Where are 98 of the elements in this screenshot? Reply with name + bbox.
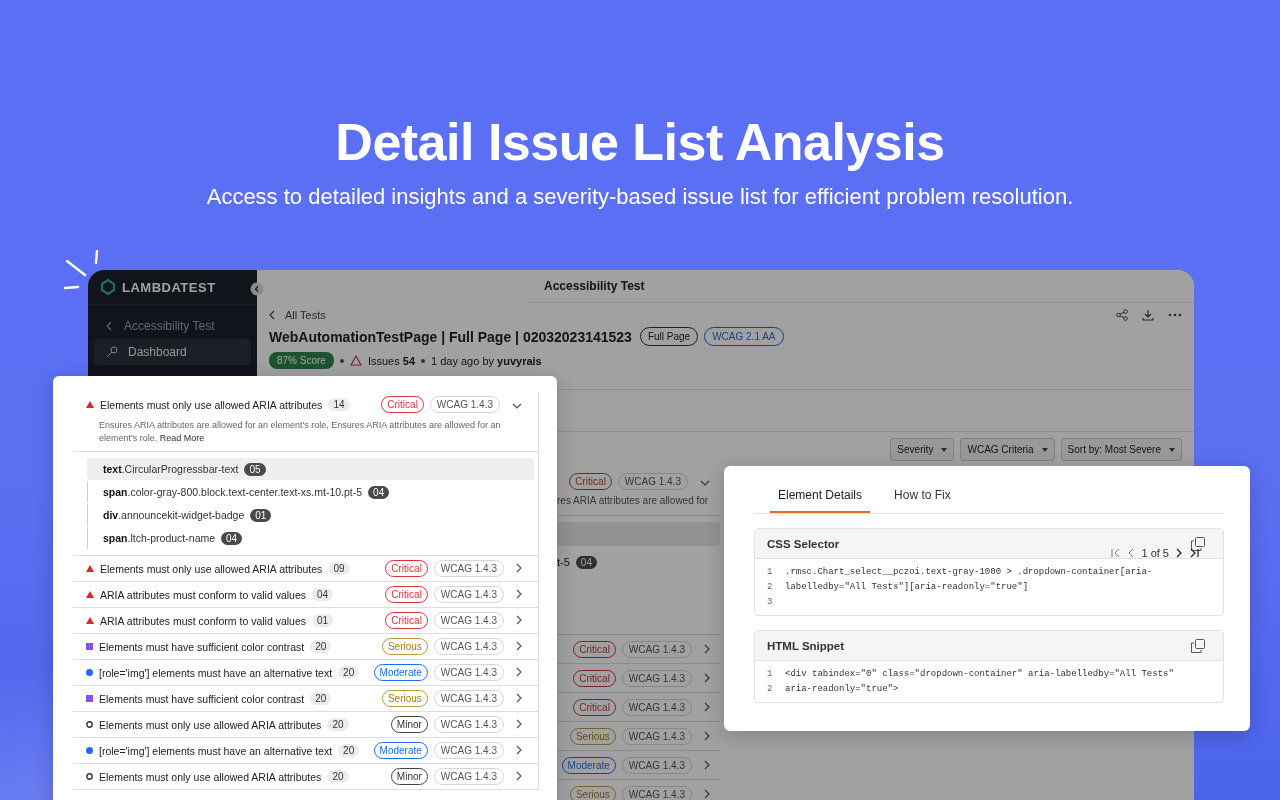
copy-icon[interactable]	[1191, 638, 1205, 653]
code-line: labelledby="All Tests"][aria-readonly="true"]	[785, 582, 1029, 594]
wcag-badge: WCAG 1.4.3	[621, 640, 692, 658]
author-meta: 1 day ago by yuvyrais	[431, 354, 542, 367]
section-title: HTML Snippet	[767, 639, 845, 652]
selector-item[interactable]: text.CircularProgressbar-text 05	[87, 458, 534, 481]
logo-icon	[100, 279, 116, 295]
issue-row[interactable]: Elements must only use allowed ARIA attributes 14 Critical WCAG 1.4.3	[73, 392, 538, 417]
wcag-badge: WCAG 1.4.3	[621, 727, 692, 745]
square-icon	[86, 643, 93, 651]
wcag-badge: WCAG 1.4.3	[621, 785, 692, 800]
wcag-badge: WCAG 1.4.3	[621, 756, 692, 774]
tab[interactable]: How to Fix	[886, 480, 959, 513]
logo-text: LAMBDATEST	[122, 279, 216, 295]
severity-badge: Critical	[573, 698, 616, 716]
issue-description: Ensures ARIA attributes are allowed for an element's role, Ensures ARIA attributes are allowed for an element's role. Read More	[98, 419, 502, 446]
chevron-down-icon[interactable]	[512, 402, 522, 409]
severity-badge: Serious	[569, 785, 616, 800]
warning-triangle-icon	[86, 591, 94, 599]
issue-row[interactable]: ARIA attributes must conform to valid values 01 Critical WCAG 1.4.3	[73, 608, 538, 635]
severity-badge: Serious	[569, 727, 616, 745]
line-number: 2	[767, 582, 773, 594]
square-icon	[86, 695, 93, 703]
severity-badge: Critical	[569, 472, 612, 490]
line-number: 2	[767, 684, 773, 696]
score-badge: 87% Score	[269, 352, 334, 369]
severity-badge: Moderate	[561, 756, 616, 774]
chevron-right-icon[interactable]	[516, 718, 522, 729]
warning-triangle-icon	[349, 355, 362, 366]
ring-icon	[86, 721, 93, 729]
sort-dropdown[interactable]: Sort by: Most Severe	[1060, 438, 1182, 461]
caret-icon	[1041, 447, 1048, 452]
test-title: WebAutomationTestPage | Full Page | 02032023141523	[269, 328, 632, 345]
hero-subtitle: Access to detailed insights and a severity-based issue list for efficient problem resolution.	[206, 184, 1074, 210]
first-page-icon[interactable]	[1111, 548, 1122, 558]
chevron-right-icon[interactable]	[1175, 548, 1183, 558]
breadcrumb-link[interactable]: All Tests	[285, 309, 326, 321]
caret-icon	[1169, 447, 1175, 452]
caret-icon	[941, 447, 948, 452]
warning-triangle-icon	[86, 565, 94, 573]
chevron-left-icon[interactable]	[1127, 548, 1136, 558]
code-line: aria-readonly="true">	[785, 684, 899, 696]
copy-icon[interactable]	[1191, 536, 1205, 551]
chevron-right-icon[interactable]	[516, 640, 522, 651]
chevron-right-icon[interactable]	[516, 588, 522, 599]
filter-dropdown[interactable]: Severity	[890, 438, 955, 461]
issue-row[interactable]: [role='img'] elements must have an alternative text 20 Moderate WCAG 1.4.3	[73, 660, 538, 687]
section-title: CSS Selector	[767, 537, 840, 550]
filter-dropdown[interactable]: WCAG Criteria	[960, 438, 1055, 461]
sidebar-item[interactable]: Dashboard	[94, 339, 251, 365]
wcag-badge: WCAG 1.4.3	[621, 698, 692, 716]
ring-icon	[86, 773, 93, 781]
read-more-link[interactable]: Read More	[159, 433, 205, 444]
chevron-right-icon[interactable]	[516, 614, 522, 625]
chevron-right-icon[interactable]	[516, 666, 522, 677]
issue-row[interactable]: Elements must have sufficient color contrast 20 Serious WCAG 1.4.3	[73, 634, 538, 661]
issue-row[interactable]: [role='img'] elements must have an alternative text 20 Moderate WCAG 1.4.3	[73, 738, 538, 765]
issue-row[interactable]: Elements must only use allowed ARIA attributes 20 Minor WCAG 1.4.3	[73, 764, 538, 791]
issue-row[interactable]: Elements must have sufficient color contrast 20 Serious WCAG 1.4.3	[73, 686, 538, 713]
issue-description: res ARIA attributes are allowed for	[557, 495, 710, 508]
tab[interactable]: Element Details	[770, 480, 871, 513]
wcag-badge: WCAG 1.4.3	[621, 669, 692, 687]
chevron-right-icon[interactable]	[516, 770, 522, 781]
issue-row[interactable]: ARIA attributes must conform to valid values 04 Critical WCAG 1.4.3	[73, 582, 538, 609]
selector-item[interactable]: t-5 04	[557, 550, 720, 574]
issues-count: Issues 54	[367, 354, 416, 367]
page-indicator: 1 of 5	[1141, 547, 1169, 559]
code-line: .rmsc.Chart_select__pczoi.text-gray-1000 > .dropdown-container[aria-	[785, 567, 1153, 579]
dot-icon	[86, 669, 93, 677]
chevron-right-icon[interactable]	[516, 692, 522, 703]
line-number: 1	[767, 567, 773, 579]
selector-item[interactable]: span.ltch-product-name 04	[87, 527, 534, 550]
issue-row[interactable]: Elements must only use allowed ARIA attributes 20 Minor WCAG 1.4.3	[73, 712, 538, 739]
line-number: 3	[767, 597, 773, 609]
severity-badge: Critical	[573, 669, 616, 687]
download-icon[interactable]	[1142, 309, 1154, 321]
issue-row[interactable]: Elements must only use allowed ARIA attributes 09 Critical WCAG 1.4.3	[73, 556, 538, 583]
code-line: <div tabindex="0" class="dropdown-container" aria-labelledby="All Tests"	[785, 669, 1174, 681]
chevron-left-icon[interactable]	[106, 321, 112, 331]
warning-triangle-icon	[86, 617, 94, 625]
chevron-right-icon[interactable]	[516, 562, 522, 573]
dot-separator-icon	[339, 358, 344, 363]
collapse-icon[interactable]	[250, 282, 264, 296]
selector-item[interactable]: div.announcekit-widget-badge 01	[87, 504, 534, 527]
last-page-icon[interactable]	[1189, 548, 1199, 558]
share-icon[interactable]	[1116, 309, 1128, 321]
chevron-down-icon[interactable]	[700, 480, 710, 486]
page-title: Accessibility Test	[544, 279, 645, 293]
selector-item[interactable]: span.color-gray-800.block.text-center.text-xs.mt-10.pt-5 04	[87, 481, 534, 504]
chevron-left-icon[interactable]	[269, 310, 275, 320]
dot-separator-icon	[421, 358, 426, 363]
line-number: 1	[767, 669, 773, 681]
warning-triangle-icon	[86, 401, 94, 408]
severity-badge: Critical	[573, 640, 616, 658]
wcag-badge: WCAG 1.4.3	[617, 472, 688, 490]
chevron-right-icon[interactable]	[516, 744, 522, 755]
hero-title: Detail Issue List Analysis	[335, 112, 945, 172]
dot-icon	[86, 747, 93, 755]
